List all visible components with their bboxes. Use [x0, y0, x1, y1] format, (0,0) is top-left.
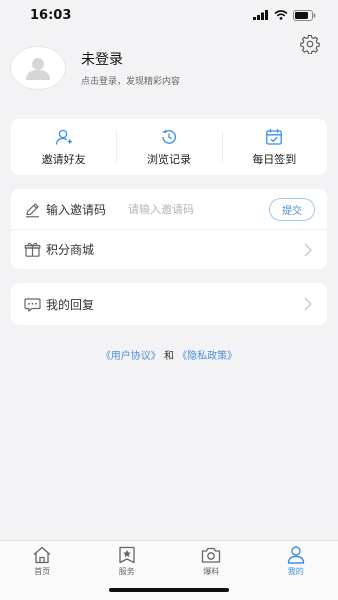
tab-label: 爆料: [203, 567, 220, 576]
camera-icon: [202, 547, 221, 563]
login-title[interactable]: 未登录: [81, 49, 180, 69]
submit-button[interactable]: 提交: [269, 198, 315, 221]
quick-actions-card: 邀请好友 浏览记录 每日签到: [11, 119, 327, 175]
calendar-check-icon: [266, 128, 283, 145]
home-icon: [33, 546, 51, 564]
default-avatar-icon: [26, 58, 50, 80]
tab-label: 我的: [287, 567, 304, 576]
my-replies-card: 我的回复: [11, 283, 327, 325]
gift-box-icon: [23, 241, 41, 259]
add-user-icon: [55, 129, 72, 145]
quick-action-label: 邀请好友: [41, 152, 86, 166]
avatar[interactable]: [10, 46, 66, 90]
edit-icon: [23, 200, 41, 218]
user-agreement-link[interactable]: 《用户协议》: [101, 351, 161, 362]
quick-action-browse-history[interactable]: 浏览记录: [116, 119, 221, 175]
status-time: 16:03: [30, 7, 72, 23]
policy-links: 《用户协议》 和 《隐私政策》: [0, 347, 338, 362]
service-icon: [119, 546, 135, 564]
user-icon: [287, 546, 304, 564]
points-mall-label: 积分商城: [46, 243, 95, 257]
chat-bubble-icon: [23, 295, 41, 313]
policy-connector: 和: [164, 351, 174, 362]
signal-icon: [253, 10, 268, 20]
points-mall-row[interactable]: 积分商城: [11, 229, 327, 269]
profile-text[interactable]: 未登录 点击登录，发现精彩内容: [81, 49, 180, 87]
quick-action-invite-friends[interactable]: 邀请好友: [11, 119, 116, 175]
settings-list-card: 输入邀请码 提交 积分商城: [11, 189, 327, 269]
battery-icon: [293, 9, 316, 21]
quick-action-label: 每日签到: [252, 152, 297, 166]
history-icon: [162, 129, 177, 144]
chevron-right-icon: [304, 297, 312, 311]
invite-code-label: 输入邀请码: [46, 202, 107, 217]
invite-code-input[interactable]: [128, 202, 229, 216]
quick-action-label: 浏览记录: [146, 152, 191, 166]
quick-action-daily-checkin[interactable]: 每日签到: [221, 119, 327, 175]
tab-home[interactable]: 首页: [0, 541, 85, 600]
my-replies-row[interactable]: 我的回复: [11, 283, 327, 325]
status-bar: 16:03: [0, 0, 338, 30]
invite-code-row: 输入邀请码 提交: [11, 189, 327, 229]
wifi-icon: [274, 10, 288, 20]
privacy-policy-link[interactable]: 《隐私政策》: [177, 351, 237, 362]
home-indicator: [109, 588, 229, 592]
chevron-right-icon: [304, 243, 312, 257]
login-subtitle: 点击登录，发现精彩内容: [81, 77, 181, 87]
tab-label: 首页: [34, 567, 51, 576]
status-icons: [253, 9, 316, 21]
my-replies-label: 我的回复: [46, 297, 95, 312]
profile-header[interactable]: 未登录 点击登录，发现精彩内容: [10, 44, 328, 92]
tab-mine[interactable]: 我的: [254, 541, 338, 600]
tab-label: 服务: [118, 567, 135, 576]
